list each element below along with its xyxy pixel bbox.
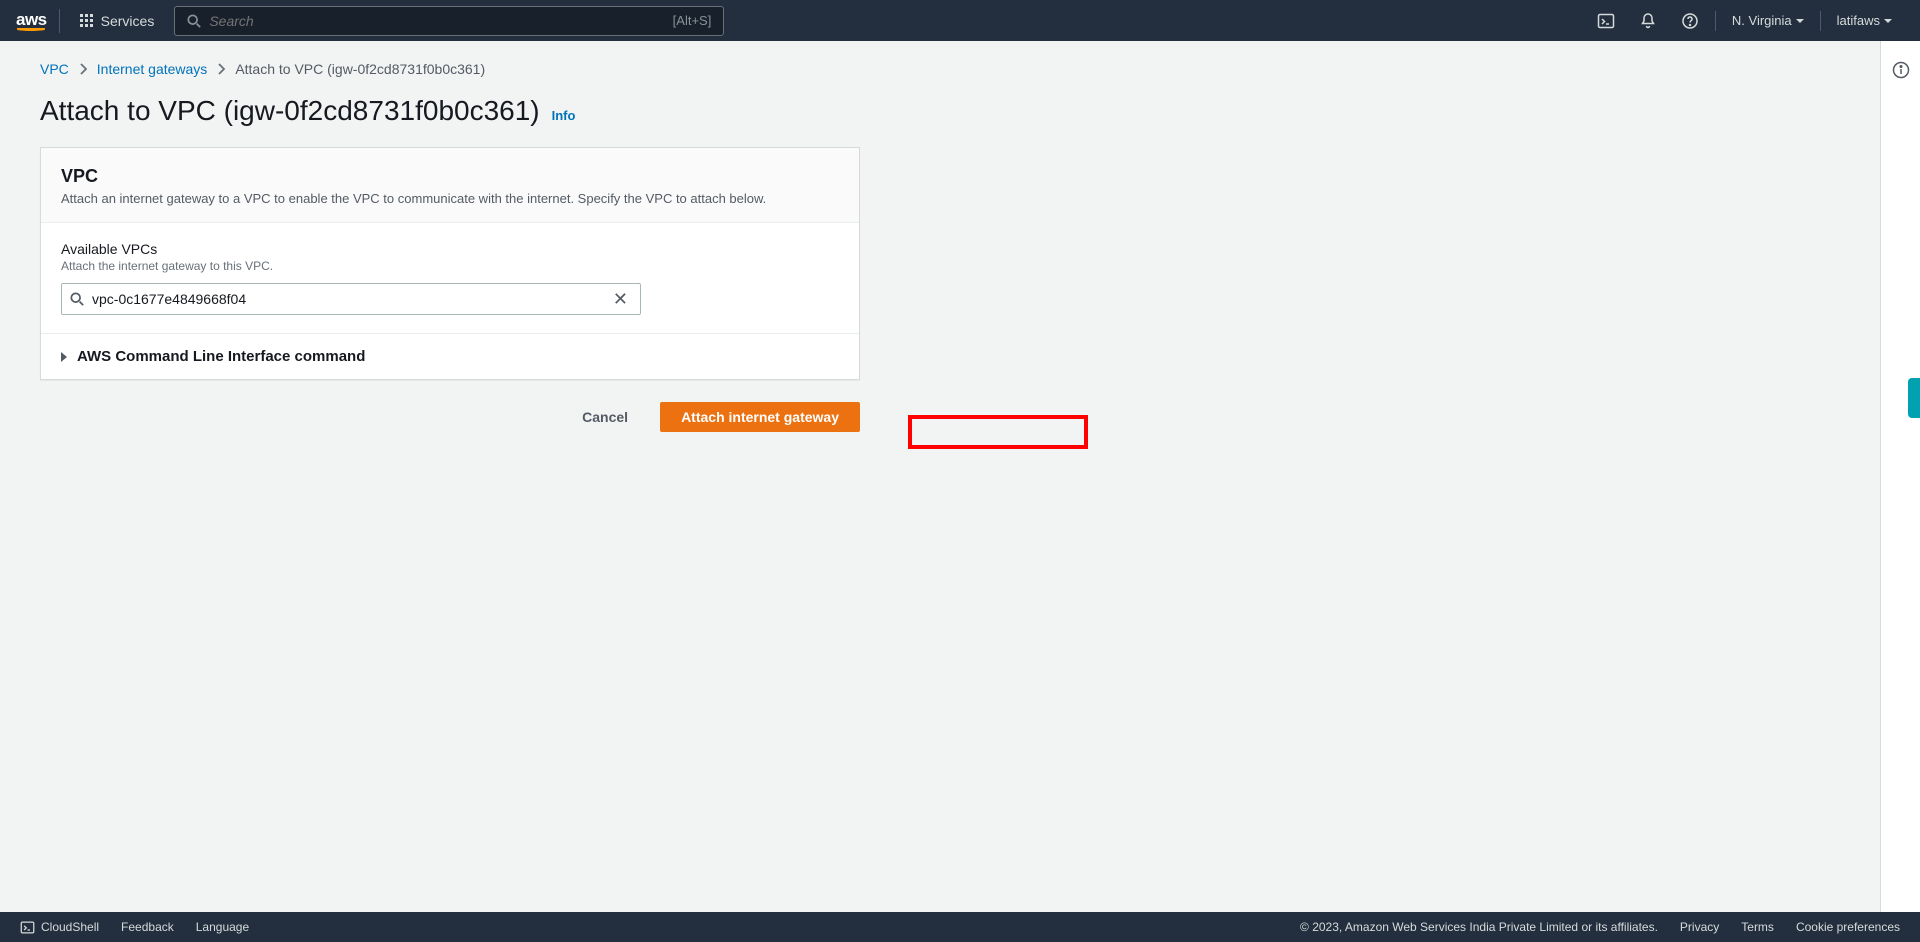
feedback-link[interactable]: Feedback — [121, 920, 174, 934]
aws-logo[interactable]: aws — [16, 9, 60, 33]
page-title: Attach to VPC (igw-0f2cd8731f0b0c361) — [40, 95, 540, 127]
help-icon — [1681, 12, 1699, 30]
breadcrumb-vpc[interactable]: VPC — [40, 61, 69, 77]
cancel-button[interactable]: Cancel — [562, 403, 648, 431]
chevron-right-icon — [79, 63, 87, 75]
attach-button[interactable]: Attach internet gateway — [660, 402, 860, 432]
cli-expand[interactable]: AWS Command Line Interface command — [41, 333, 859, 379]
nav-divider — [1820, 11, 1821, 31]
content: VPC Internet gateways Attach to VPC (igw… — [0, 41, 1880, 912]
caret-down-icon — [1796, 19, 1804, 23]
user-label: latifaws — [1837, 13, 1880, 28]
services-label: Services — [101, 13, 155, 29]
info-link[interactable]: Info — [552, 108, 576, 123]
footer: CloudShell Feedback Language © 2023, Ama… — [0, 912, 1920, 942]
feedback-tab[interactable] — [1908, 378, 1920, 418]
breadcrumb-current: Attach to VPC (igw-0f2cd8731f0b0c361) — [235, 61, 485, 77]
vpc-panel: VPC Attach an internet gateway to a VPC … — [40, 147, 860, 380]
main-area: VPC Internet gateways Attach to VPC (igw… — [0, 41, 1920, 912]
nav-divider — [1715, 11, 1716, 31]
aws-smile-icon — [17, 28, 45, 31]
terms-link[interactable]: Terms — [1741, 920, 1774, 934]
page-title-row: Attach to VPC (igw-0f2cd8731f0b0c361) In… — [40, 95, 1840, 127]
help-button[interactable] — [1669, 0, 1711, 41]
search-icon — [70, 292, 84, 306]
privacy-link[interactable]: Privacy — [1680, 920, 1719, 934]
notifications-button[interactable] — [1627, 0, 1669, 41]
search-input[interactable] — [209, 13, 672, 29]
aws-logo-text: aws — [16, 10, 47, 30]
panel-body: Available VPCs Attach the internet gatew… — [41, 223, 859, 333]
cloudshell-label: CloudShell — [41, 920, 99, 934]
services-button[interactable]: Services — [68, 13, 167, 29]
grid-icon — [80, 14, 93, 27]
field-label: Available VPCs — [61, 241, 839, 257]
search-shortcut: [Alt+S] — [673, 13, 712, 28]
cli-label: AWS Command Line Interface command — [77, 348, 365, 365]
region-label: N. Virginia — [1732, 13, 1792, 28]
actions-row: Cancel Attach internet gateway — [40, 402, 860, 432]
vpc-select[interactable]: ✕ — [61, 283, 641, 315]
panel-title: VPC — [61, 166, 839, 187]
caret-down-icon — [1884, 19, 1892, 23]
clear-button[interactable]: ✕ — [609, 289, 632, 310]
vpc-input[interactable] — [92, 291, 609, 307]
help-panel-collapsed[interactable] — [1880, 41, 1920, 912]
search-box[interactable]: [Alt+S] — [174, 6, 724, 36]
terminal-icon — [1597, 12, 1615, 30]
info-circle-icon — [1892, 61, 1910, 79]
triangle-right-icon — [61, 352, 67, 362]
cloudshell-link[interactable]: CloudShell — [20, 920, 99, 935]
account-menu[interactable]: latifaws — [1825, 13, 1904, 28]
panel-desc: Attach an internet gateway to a VPC to e… — [61, 191, 839, 206]
search-icon — [187, 14, 201, 28]
breadcrumb: VPC Internet gateways Attach to VPC (igw… — [40, 61, 1840, 77]
copyright-text: © 2023, Amazon Web Services India Privat… — [1300, 920, 1658, 934]
region-selector[interactable]: N. Virginia — [1720, 13, 1816, 28]
cloudshell-nav-button[interactable] — [1585, 0, 1627, 41]
top-nav: aws Services [Alt+S] N. Virginia latifaw — [0, 0, 1920, 41]
language-link[interactable]: Language — [196, 920, 249, 934]
terminal-icon — [20, 920, 35, 935]
panel-header: VPC Attach an internet gateway to a VPC … — [41, 148, 859, 223]
bell-icon — [1639, 12, 1657, 30]
field-hint: Attach the internet gateway to this VPC. — [61, 259, 839, 273]
cookies-link[interactable]: Cookie preferences — [1796, 920, 1900, 934]
breadcrumb-igw[interactable]: Internet gateways — [97, 61, 208, 77]
chevron-right-icon — [217, 63, 225, 75]
